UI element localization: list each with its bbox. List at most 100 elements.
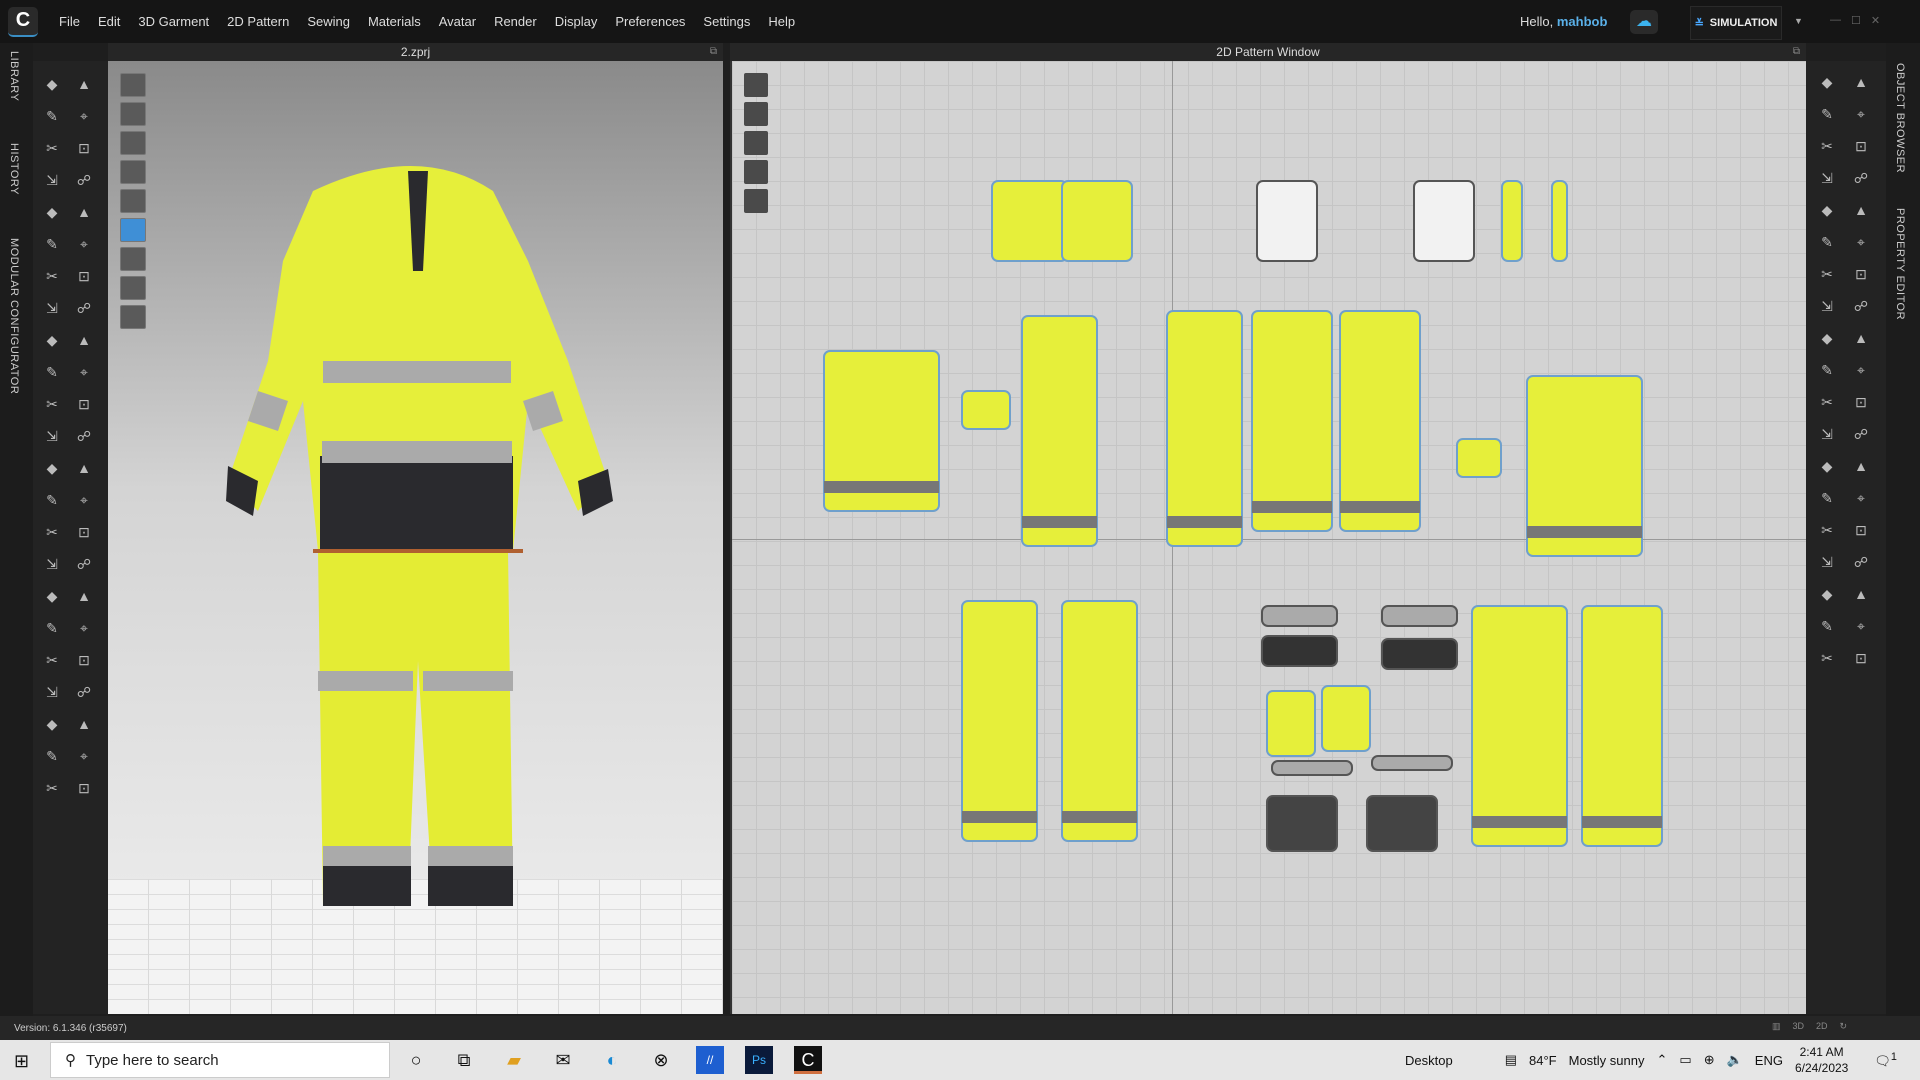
- tool-icon[interactable]: ⊡: [73, 137, 95, 159]
- tool-icon[interactable]: ⊡: [73, 777, 95, 799]
- pattern-piece[interactable]: [1371, 755, 1453, 771]
- tool-icon[interactable]: ☍: [73, 681, 95, 703]
- tool-icon[interactable]: ✂: [41, 265, 63, 287]
- pattern-piece[interactable]: [1321, 685, 1371, 752]
- tool-icon[interactable]: ▲: [1850, 583, 1872, 605]
- xbox-icon[interactable]: ⊗: [647, 1046, 675, 1074]
- menu-file[interactable]: File: [50, 14, 89, 29]
- tool-icon[interactable]: ⇲: [41, 425, 63, 447]
- tool-icon[interactable]: ⊡: [73, 649, 95, 671]
- pattern-piece[interactable]: [1581, 605, 1663, 847]
- tool-icon[interactable]: ⇲: [1816, 295, 1838, 317]
- menu-materials[interactable]: Materials: [359, 14, 430, 29]
- tool-icon[interactable]: ⌖: [73, 361, 95, 383]
- menu-settings[interactable]: Settings: [694, 14, 759, 29]
- pattern-piece[interactable]: [1061, 180, 1133, 262]
- tool-icon[interactable]: ▲: [1850, 327, 1872, 349]
- tool-icon[interactable]: ✂: [41, 393, 63, 415]
- tool-icon[interactable]: ⊡: [73, 393, 95, 415]
- tool-icon[interactable]: ✂: [1816, 647, 1838, 669]
- news-icon[interactable]: ▤: [1505, 1052, 1517, 1068]
- clo-cloud-icon[interactable]: ☁: [1630, 10, 1658, 34]
- tab-property-editor[interactable]: PROPERTY EDITOR: [1894, 208, 1906, 320]
- tab-library[interactable]: LIBRARY: [8, 51, 20, 101]
- tool-icon[interactable]: ✎: [41, 489, 63, 511]
- tool-icon[interactable]: ◆: [41, 585, 63, 607]
- tool-icon[interactable]: ◆: [41, 713, 63, 735]
- tool-icon[interactable]: ✎: [41, 361, 63, 383]
- tool-icon[interactable]: ☍: [1850, 551, 1872, 573]
- tool-icon[interactable]: ✎: [41, 233, 63, 255]
- tool-icon[interactable]: ◆: [41, 457, 63, 479]
- tool-icon[interactable]: ▲: [73, 457, 95, 479]
- tool-icon[interactable]: ◆: [1816, 583, 1838, 605]
- photoshop-icon[interactable]: Ps: [745, 1046, 773, 1074]
- tool-icon[interactable]: ▲: [1850, 199, 1872, 221]
- tool-icon[interactable]: ✎: [41, 105, 63, 127]
- show-hidden-icons[interactable]: ⌃: [1656, 1052, 1667, 1068]
- tab-object-browser[interactable]: OBJECT BROWSER: [1894, 63, 1906, 173]
- menu-3d-garment[interactable]: 3D Garment: [129, 14, 218, 29]
- tool-icon[interactable]: ◆: [1816, 199, 1838, 221]
- clo-taskbar-icon[interactable]: C: [794, 1046, 822, 1074]
- tool-icon[interactable]: ✎: [1816, 231, 1838, 253]
- mail-icon[interactable]: ✉: [549, 1046, 577, 1074]
- tool-icon[interactable]: ▲: [73, 329, 95, 351]
- pattern-piece[interactable]: [1261, 635, 1338, 667]
- minimize-icon[interactable]: —: [1830, 14, 1841, 27]
- tool-icon[interactable]: ✂: [1816, 263, 1838, 285]
- split-view-icon[interactable]: ▥: [1772, 1021, 1781, 1032]
- menu-sewing[interactable]: Sewing: [298, 14, 359, 29]
- tool-icon[interactable]: ▲: [73, 585, 95, 607]
- popout-icon[interactable]: ⧉: [1793, 43, 1800, 61]
- tool-icon[interactable]: ✂: [1816, 135, 1838, 157]
- tool-icon[interactable]: ☍: [1850, 295, 1872, 317]
- tab-modular-configurator[interactable]: MODULAR CONFIGURATOR: [8, 238, 20, 394]
- popout-icon[interactable]: ⧉: [710, 43, 717, 61]
- tool-icon[interactable]: ✂: [41, 521, 63, 543]
- tool-icon[interactable]: ✎: [41, 745, 63, 767]
- pattern-piece[interactable]: [1413, 180, 1475, 262]
- tool-icon[interactable]: ⇲: [41, 553, 63, 575]
- tool-icon[interactable]: ✎: [41, 617, 63, 639]
- pattern-piece[interactable]: [1271, 760, 1353, 776]
- tool-icon[interactable]: ⌖: [1850, 231, 1872, 253]
- taskbar-search[interactable]: ⚲ Type here to search: [50, 1042, 390, 1078]
- pattern-piece[interactable]: [1251, 310, 1333, 532]
- menu-edit[interactable]: Edit: [89, 14, 129, 29]
- tool-icon[interactable]: ✎: [1816, 359, 1838, 381]
- tab-history[interactable]: HISTORY: [8, 143, 20, 195]
- tool-icon[interactable]: ✎: [1816, 615, 1838, 637]
- pattern-piece[interactable]: [1061, 600, 1138, 842]
- 2d-pattern-window[interactable]: [730, 61, 1806, 1014]
- tool-icon[interactable]: ✎: [1816, 103, 1838, 125]
- tool-icon[interactable]: ⇲: [1816, 167, 1838, 189]
- tool-icon[interactable]: ⌖: [73, 617, 95, 639]
- task-view-icon[interactable]: ⧉: [450, 1046, 478, 1074]
- temperature[interactable]: 84°F: [1529, 1053, 1557, 1068]
- tool-icon[interactable]: ⊡: [73, 521, 95, 543]
- tool-icon[interactable]: ◆: [41, 201, 63, 223]
- tool-icon[interactable]: ⊡: [1850, 263, 1872, 285]
- simulation-mode-button[interactable]: ≚ SIMULATION: [1690, 6, 1782, 40]
- tool-icon[interactable]: ✂: [1816, 519, 1838, 541]
- pattern-piece[interactable]: [1456, 438, 1502, 478]
- tool-icon[interactable]: ✂: [41, 137, 63, 159]
- cortana-icon[interactable]: ○: [402, 1046, 430, 1074]
- app-icon[interactable]: //: [696, 1046, 724, 1074]
- tool-icon[interactable]: ⌖: [73, 105, 95, 127]
- pattern-piece[interactable]: [961, 390, 1011, 430]
- tool-icon[interactable]: ☍: [73, 425, 95, 447]
- tool-icon[interactable]: ⌖: [73, 489, 95, 511]
- clo-logo-icon[interactable]: C: [8, 6, 38, 37]
- tool-icon[interactable]: ⌖: [1850, 615, 1872, 637]
- tool-icon[interactable]: ⊡: [1850, 647, 1872, 669]
- mode-dropdown-icon[interactable]: ▼: [1794, 16, 1803, 26]
- pattern-piece[interactable]: [991, 180, 1068, 262]
- pattern-piece[interactable]: [1551, 180, 1568, 262]
- pattern-piece[interactable]: [1166, 310, 1243, 547]
- tool-icon[interactable]: ⊡: [1850, 391, 1872, 413]
- volume-icon[interactable]: 🔈: [1727, 1052, 1743, 1068]
- edge-icon[interactable]: ◐: [598, 1046, 626, 1074]
- tool-icon[interactable]: ▲: [73, 201, 95, 223]
